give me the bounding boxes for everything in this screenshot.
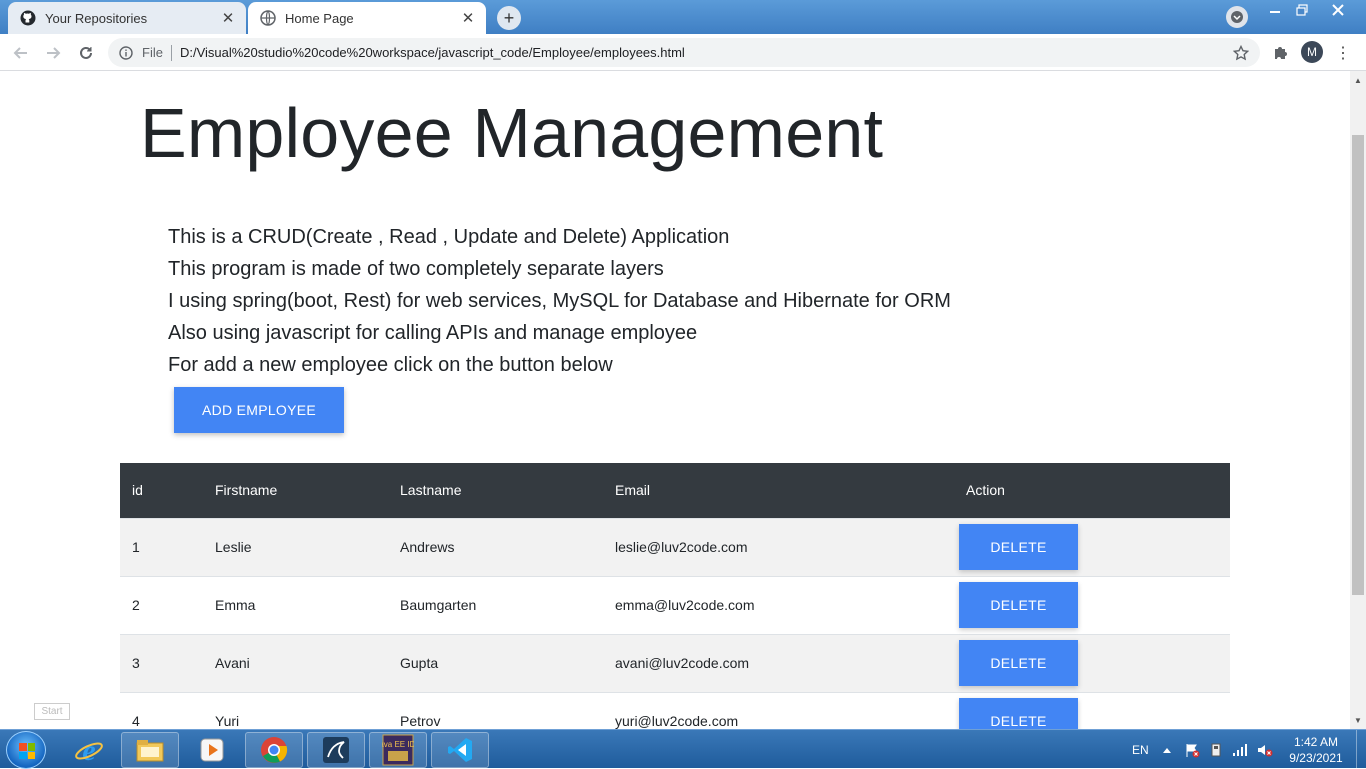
volume-muted-icon[interactable] xyxy=(1256,730,1274,769)
action-center-flag-icon[interactable] xyxy=(1184,730,1200,769)
scroll-down-arrow-icon[interactable]: ▼ xyxy=(1350,713,1366,727)
description-line: I using spring(boot, Rest) for web servi… xyxy=(168,290,951,312)
cell-action: DELETE xyxy=(954,517,1230,576)
cell-email: yuri@luv2code.com xyxy=(603,691,954,729)
info-icon[interactable] xyxy=(118,45,134,61)
header-firstname: Firstname xyxy=(203,463,388,518)
header-email: Email xyxy=(603,463,954,518)
vertical-scrollbar[interactable]: ▲ ▼ xyxy=(1350,71,1366,729)
browser-tabstrip: Your Repositories ✕ Home Page ✕ + xyxy=(0,0,1366,34)
cell-firstname: Emma xyxy=(203,575,388,634)
add-employee-button[interactable]: ADD EMPLOYEE xyxy=(174,387,344,433)
kebab-menu-icon[interactable]: ⋮ xyxy=(1334,41,1352,65)
scroll-up-arrow-icon[interactable]: ▲ xyxy=(1350,73,1366,87)
media-player-icon[interactable] xyxy=(183,732,241,768)
new-tab-button[interactable]: + xyxy=(497,6,521,30)
clock-date: 9/23/2021 xyxy=(1289,751,1343,765)
table-row: 4 Yuri Petrov yuri@luv2code.com DELETE xyxy=(120,691,1230,729)
vscode-icon[interactable] xyxy=(431,732,489,768)
employee-table: id Firstname Lastname Email Action 1 Les… xyxy=(120,463,1230,729)
address-bar[interactable]: File D:/Visual%20studio%20code%20workspa… xyxy=(108,38,1260,67)
cell-id: 3 xyxy=(120,633,203,692)
delete-button[interactable]: DELETE xyxy=(959,524,1078,570)
windows-logo-icon xyxy=(19,743,35,759)
cell-email: leslie@luv2code.com xyxy=(603,517,954,576)
delete-button[interactable]: DELETE xyxy=(959,640,1078,686)
tab-your-repositories[interactable]: Your Repositories ✕ xyxy=(8,2,246,34)
cell-id: 2 xyxy=(120,575,203,634)
cell-firstname: Avani xyxy=(203,633,388,692)
globe-icon xyxy=(260,10,276,26)
cell-firstname: Leslie xyxy=(203,517,388,576)
scheme-label: File xyxy=(142,45,163,60)
cell-action: DELETE xyxy=(954,575,1230,634)
internet-explorer-icon[interactable]: e xyxy=(60,732,118,768)
minimize-icon[interactable] xyxy=(1262,0,1288,20)
clock-time: 1:42 AM xyxy=(1293,735,1339,749)
mysql-workbench-icon[interactable] xyxy=(307,732,365,768)
tab-home-page[interactable]: Home Page ✕ xyxy=(248,2,486,34)
url-text[interactable]: D:/Visual%20studio%20code%20workspace/ja… xyxy=(180,45,1230,60)
extensions-puzzle-icon[interactable] xyxy=(1269,42,1291,64)
reload-icon[interactable] xyxy=(73,40,99,66)
header-lastname: Lastname xyxy=(388,463,603,518)
table-row: 2 Emma Baumgarten emma@luv2code.com DELE… xyxy=(120,575,1230,634)
file-explorer-icon[interactable] xyxy=(121,732,179,768)
close-icon[interactable]: ✕ xyxy=(218,8,238,28)
header-action: Action xyxy=(954,463,1230,518)
bookmark-star-icon[interactable] xyxy=(1230,42,1252,64)
cell-firstname: Yuri xyxy=(203,691,388,729)
back-arrow-icon[interactable] xyxy=(8,40,34,66)
cell-action: DELETE xyxy=(954,691,1230,729)
table-header-row: id Firstname Lastname Email Action xyxy=(120,463,1230,518)
tab-title: Your Repositories xyxy=(45,10,148,26)
table-row: 1 Leslie Andrews leslie@luv2code.com DEL… xyxy=(120,517,1230,576)
language-indicator[interactable]: EN xyxy=(1132,730,1149,769)
description-line: Also using javascript for calling APIs a… xyxy=(168,322,698,344)
cell-id: 4 xyxy=(120,691,203,729)
table-row: 3 Avani Gupta avani@luv2code.com DELETE xyxy=(120,633,1230,692)
show-hidden-icons-icon[interactable] xyxy=(1162,730,1172,769)
show-desktop-button[interactable] xyxy=(1356,730,1366,769)
cell-lastname: Andrews xyxy=(388,517,603,576)
close-icon[interactable]: ✕ xyxy=(458,8,478,28)
browser-toolbar: File D:/Visual%20studio%20code%20workspa… xyxy=(0,34,1366,71)
delete-button[interactable]: DELETE xyxy=(959,582,1078,628)
tab-title: Home Page xyxy=(285,10,354,26)
header-id: id xyxy=(120,463,203,518)
start-tooltip: Start xyxy=(34,703,70,720)
delete-button[interactable]: DELETE xyxy=(959,698,1078,729)
chrome-icon[interactable] xyxy=(245,732,303,768)
description: This is a CRUD(Create , Read , Update an… xyxy=(168,221,951,381)
page-title: Employee Management xyxy=(140,94,884,172)
scrollbar-thumb[interactable] xyxy=(1352,135,1364,595)
description-line: This program is made of two completely s… xyxy=(168,258,664,280)
tab-search-icon[interactable] xyxy=(1226,6,1248,28)
svg-text:e: e xyxy=(82,735,95,765)
cell-email: emma@luv2code.com xyxy=(603,575,954,634)
cell-action: DELETE xyxy=(954,633,1230,692)
page-viewport: Employee Management This is a CRUD(Creat… xyxy=(0,71,1350,729)
system-clock[interactable]: 1:42 AM 9/23/2021 xyxy=(1286,734,1346,766)
divider xyxy=(170,44,172,61)
start-button[interactable] xyxy=(6,731,46,769)
removable-device-icon[interactable] xyxy=(1208,730,1224,769)
description-line: This is a CRUD(Create , Read , Update an… xyxy=(168,226,730,248)
java-ide-label: Java EE IDE xyxy=(382,740,414,749)
github-icon xyxy=(20,10,36,26)
restore-icon[interactable] xyxy=(1289,0,1315,20)
network-signal-icon[interactable] xyxy=(1232,730,1248,769)
description-line: For add a new employee click on the butt… xyxy=(168,354,613,376)
java-ee-ide-icon[interactable]: Java EE IDE xyxy=(369,732,427,768)
window-close-icon[interactable] xyxy=(1316,0,1360,20)
cell-lastname: Gupta xyxy=(388,633,603,692)
cell-lastname: Baumgarten xyxy=(388,575,603,634)
cell-email: avani@luv2code.com xyxy=(603,633,954,692)
forward-arrow-icon[interactable] xyxy=(40,40,66,66)
profile-avatar[interactable]: M xyxy=(1301,41,1323,63)
cell-lastname: Petrov xyxy=(388,691,603,729)
cell-id: 1 xyxy=(120,517,203,576)
windows-taskbar: e Java EE IDE EN 1:42 AM 9/23/2021 xyxy=(0,729,1366,769)
